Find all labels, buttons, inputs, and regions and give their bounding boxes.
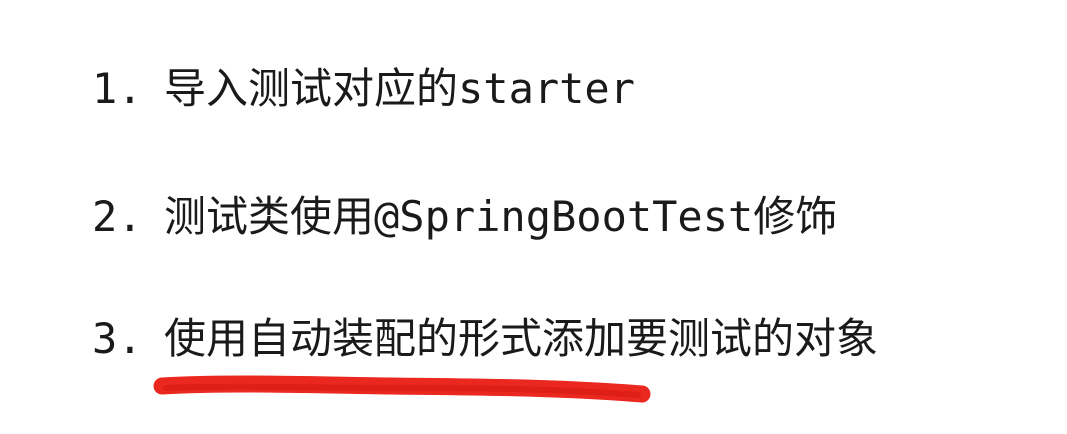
slide: 1. 导入测试对应的starter 2. 测试类使用@SpringBootTes…: [0, 0, 1067, 434]
list-item-text: 使用自动装配的形式添加要测试的对象: [164, 314, 879, 363]
list-item-number: 3.: [92, 314, 143, 363]
list-item-number: 2.: [92, 192, 143, 241]
list-item-text: 导入测试对应的starter: [164, 64, 636, 113]
red-underline-annotation: [153, 375, 651, 403]
list-item-text: 测试类使用@SpringBootTest修饰: [164, 192, 838, 241]
list-item: 3. 使用自动装配的形式添加要测试的对象: [92, 318, 878, 360]
list-item: 1. 导入测试对应的starter: [92, 68, 635, 110]
list-item: 2. 测试类使用@SpringBootTest修饰: [92, 196, 837, 238]
list-item-number: 1.: [92, 64, 143, 113]
